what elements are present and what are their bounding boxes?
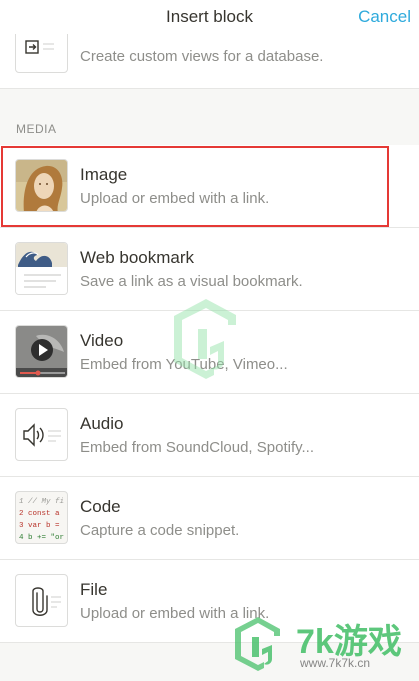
list-item-audio[interactable]: Audio Embed from SoundCloud, Spotify...	[0, 394, 419, 477]
page-title: Insert block	[166, 7, 253, 26]
list-item-title: Video	[80, 331, 124, 350]
video-play-icon	[16, 326, 67, 377]
list-item-description: Upload or embed with a link.	[80, 605, 270, 622]
code-line: 4 b += "or	[19, 534, 65, 542]
code-line: 2 const a	[19, 510, 60, 518]
portrait-image-icon	[16, 160, 67, 211]
list-item-database-view[interactable]: Create custom views for a database.	[0, 20, 419, 89]
list-item-description: Embed from YouTube, Vimeo...	[80, 356, 288, 373]
speaker-icon	[23, 423, 61, 447]
file-thumbnail	[15, 574, 68, 627]
image-thumbnail	[15, 159, 68, 212]
section-label: MEDIA	[16, 122, 57, 136]
list-item-title: Image	[80, 165, 128, 184]
list-item-title: Audio	[80, 414, 124, 433]
list-item-title: Code	[80, 497, 121, 516]
code-line: 1 // My fi	[19, 498, 65, 506]
cancel-button[interactable]: Cancel	[358, 7, 411, 27]
section-header-media: MEDIA	[0, 89, 419, 145]
list-item-description: Capture a code snippet.	[80, 522, 240, 539]
list-item-image[interactable]: Image Upload or embed with a link.	[0, 145, 419, 228]
code-thumbnail: 1 // My fi 2 const a 3 var b = 4 b += "o…	[15, 491, 68, 544]
list-item-code[interactable]: 1 // My fi 2 const a 3 var b = 4 b += "o…	[0, 477, 419, 560]
list-item-web-bookmark[interactable]: Web bookmark Save a link as a visual boo…	[0, 228, 419, 311]
web-bookmark-thumbnail	[15, 242, 68, 295]
code-snippet-preview: 1 // My fi 2 const a 3 var b = 4 b += "o…	[19, 496, 65, 543]
paperclip-icon	[32, 587, 61, 616]
header-bar: Insert block Cancel	[0, 0, 419, 34]
code-line: 3 var b =	[19, 522, 60, 530]
list-item-description: Embed from SoundCloud, Spotify...	[80, 439, 315, 456]
list-item-video[interactable]: Video Embed from YouTube, Vimeo...	[0, 311, 419, 394]
list-item-title: File	[80, 580, 108, 599]
list-item-title: Web bookmark	[80, 248, 195, 267]
video-thumbnail	[15, 325, 68, 378]
list-item-description: Save a link as a visual bookmark.	[80, 273, 303, 290]
bookmark-preview-icon	[16, 243, 67, 294]
watermark-url: www.7k7k.cn	[300, 656, 371, 670]
list-item-description: Upload or embed with a link.	[80, 190, 270, 207]
list-item-description: Create custom views for a database.	[80, 48, 324, 65]
audio-thumbnail	[15, 408, 68, 461]
